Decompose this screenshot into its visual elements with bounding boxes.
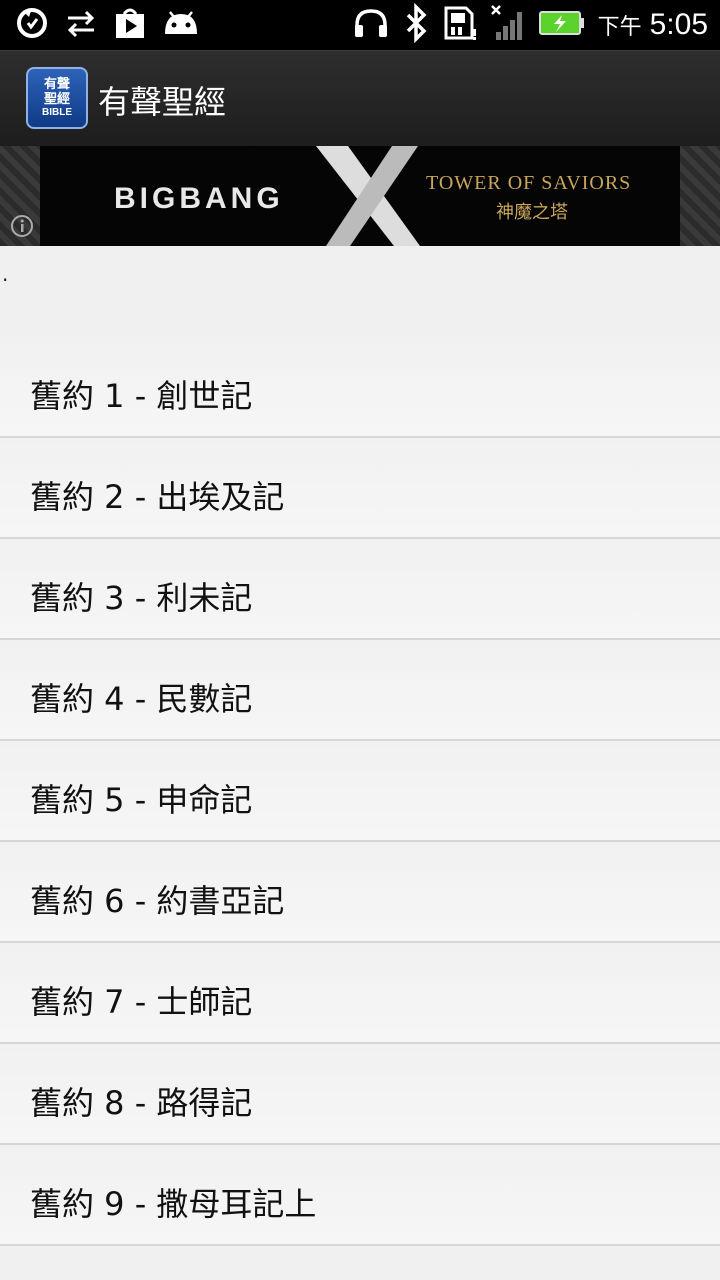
battery-icon	[538, 9, 586, 41]
list-item[interactable]: 舊約 2 - 出埃及記	[0, 438, 720, 539]
ad-right-subtext: 神魔之塔	[496, 202, 568, 223]
list-item-label: 舊約 8 - 路得記	[30, 1084, 253, 1122]
ad-banner[interactable]: BIGBANG TOWER OF SAVIORS 神魔之塔	[40, 146, 680, 246]
status-bar: 下午 5:05	[0, 0, 720, 50]
ad-left-text: BIGBANG	[114, 182, 284, 215]
app-icon[interactable]: 有聲 聖經 BIBLE	[26, 67, 88, 129]
list-item-label: 舊約 6 - 約書亞記	[30, 882, 285, 920]
list-item-label: 舊約 9 - 撒母耳記上	[30, 1185, 317, 1223]
ad-x-graphic	[316, 146, 420, 246]
headphones-icon	[352, 7, 390, 43]
android-icon	[162, 8, 200, 42]
ad-area: BIGBANG TOWER OF SAVIORS 神魔之塔	[0, 146, 720, 246]
list-item-label: 舊約 2 - 出埃及記	[30, 478, 285, 516]
list-item[interactable]: 舊約 1 - 創世記	[0, 337, 720, 438]
transfer-icon	[64, 8, 98, 42]
sd-card-icon	[442, 5, 478, 45]
list-item[interactable]: 舊約 4 - 民數記	[0, 640, 720, 741]
list-item[interactable]: 舊約 7 - 士師記	[0, 943, 720, 1044]
list-item-label: 舊約 4 - 民數記	[30, 680, 253, 718]
status-time: 5:05	[649, 8, 708, 41]
list-item-label: 舊約 7 - 士師記	[30, 983, 253, 1021]
signal-icon	[490, 4, 526, 46]
app-icon-line-2: 聖經	[43, 92, 70, 107]
list-item-label: 舊約 5 - 申命記	[30, 781, 253, 819]
book-list: 舊約 1 - 創世記 舊約 2 - 出埃及記 舊約 3 - 利未記 舊約 4 -…	[0, 337, 720, 1246]
bluetooth-icon	[402, 2, 430, 47]
list-item[interactable]: 舊約 6 - 約書亞記	[0, 842, 720, 943]
list-item[interactable]: 舊約 5 - 申命記	[0, 741, 720, 842]
action-bar: 有聲 聖經 BIBLE 有聲聖經	[0, 50, 720, 147]
app-title: 有聲聖經	[98, 83, 227, 121]
app-icon-line-1: 有聲	[43, 77, 70, 92]
sync-icon	[14, 5, 50, 45]
list-item[interactable]: 舊約 8 - 路得記	[0, 1044, 720, 1145]
dot-text: .	[2, 262, 9, 286]
app-icon-line-3: BIBLE	[42, 107, 72, 118]
play-store-icon	[112, 6, 148, 44]
list-item[interactable]: 舊約 9 - 撒母耳記上	[0, 1145, 720, 1246]
list-item-label: 舊約 1 - 創世記	[30, 377, 253, 415]
list-item-label: 舊約 3 - 利未記	[30, 579, 253, 617]
ad-info-icon[interactable]	[10, 214, 34, 238]
list-item[interactable]: 舊約 3 - 利未記	[0, 539, 720, 640]
status-ampm: 下午	[597, 15, 642, 40]
ad-right-text: TOWER OF SAVIORS	[426, 172, 632, 194]
